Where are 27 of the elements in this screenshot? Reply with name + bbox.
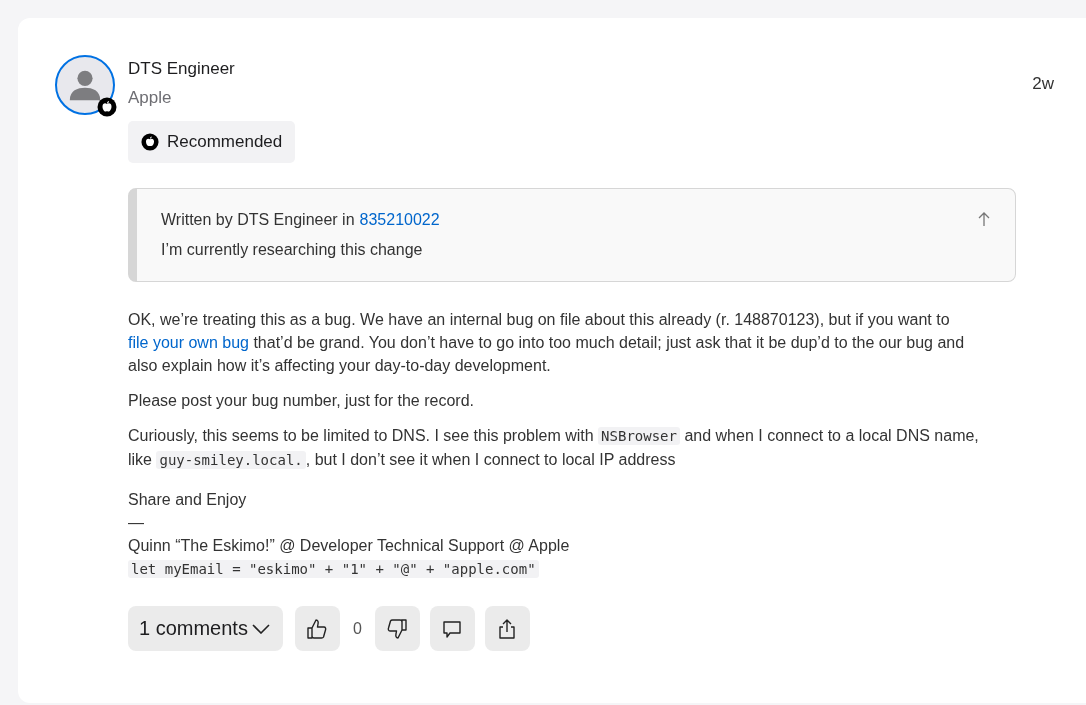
badge-label: Recommended bbox=[167, 132, 283, 152]
share-button[interactable] bbox=[484, 606, 530, 651]
signature-line: Share and Enjoy bbox=[128, 490, 248, 510]
apple-icon bbox=[141, 133, 159, 151]
up-arrow-icon[interactable] bbox=[977, 211, 991, 227]
apple-badge-icon bbox=[97, 97, 117, 117]
body-paragraph: Curiously, this seems to be limited to DNS. I see this problem with NSBrowser and when I connect to a local DNS name, like guy-smiley.local. , but I don’t see it when I connect to local IP address bbox=[128, 426, 980, 471]
author-organization: Apple bbox=[128, 88, 173, 108]
quote-attribution: Written by DTS Engineer in bbox=[161, 211, 355, 228]
body-paragraph: Please post your bug number, just for the record. bbox=[128, 391, 475, 411]
body-paragraph: OK, we’re treating this as a bug. We have an internal bug on file about this already (r. 148870123), but if you want to file your own bug that’d be grand. You don’t have to go into too much detail; just ask that it be dup’d to the our bug and also explain how it’s affecting your day-to-day development. bbox=[128, 310, 966, 376]
reply-button[interactable] bbox=[429, 606, 475, 651]
vote-count: 0 bbox=[352, 619, 362, 638]
author-name[interactable]: DTS Engineer bbox=[128, 59, 1033, 79]
comments-button[interactable]: 1 comments bbox=[128, 606, 283, 651]
thumbs-up-button[interactable] bbox=[294, 606, 340, 651]
post-age: 2w bbox=[1032, 74, 1054, 95]
thumbs-down-icon bbox=[385, 616, 410, 641]
inline-code: guy-smiley.local. bbox=[156, 451, 306, 469]
inline-code: NSBrowser bbox=[598, 427, 680, 445]
quote-text: I’m currently researching this change bbox=[161, 241, 424, 259]
signature-line: — bbox=[128, 513, 145, 533]
thumbs-down-button[interactable] bbox=[374, 606, 420, 651]
chevron-down-icon bbox=[251, 623, 270, 634]
thread-link[interactable]: 835210022 bbox=[359, 211, 440, 228]
signature-line: Quinn “The Eskimo!” @ Developer Technical Support @ Apple bbox=[128, 536, 571, 556]
bug-report-link[interactable]: file your own bug bbox=[128, 334, 249, 351]
